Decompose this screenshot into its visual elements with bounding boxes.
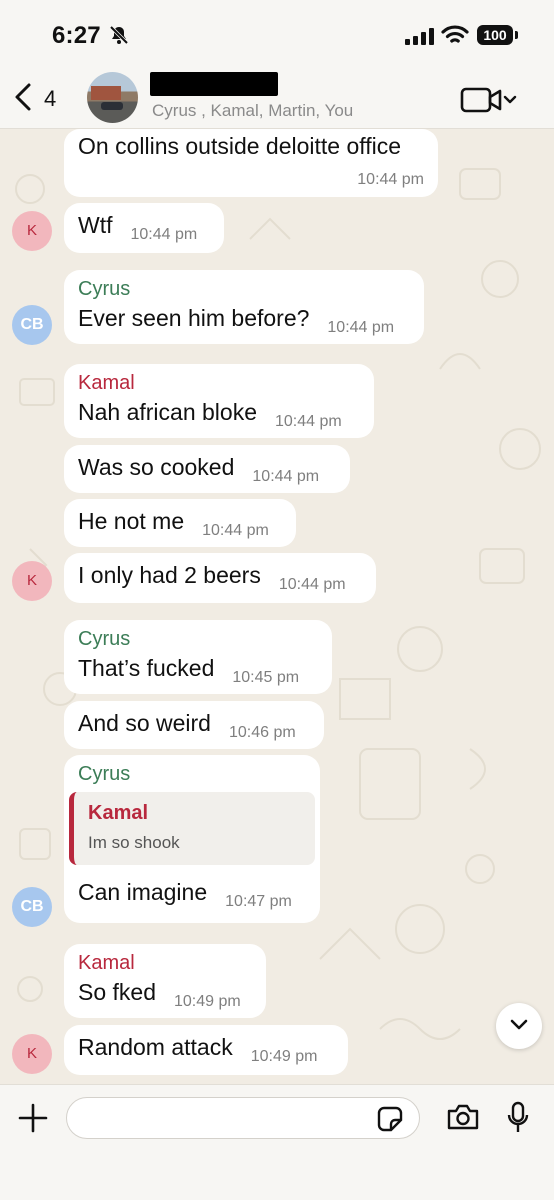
- wifi-icon: [441, 24, 469, 51]
- bell-slash-icon: [108, 24, 130, 51]
- message-text: Wtf: [78, 212, 113, 238]
- message-bubble[interactable]: Was so cooked 10:44 pm: [64, 445, 350, 493]
- message-text: I only had 2 beers: [78, 562, 261, 588]
- sender-name: Cyrus: [78, 278, 131, 300]
- plus-icon[interactable]: [18, 1103, 48, 1138]
- message-bubble[interactable]: Random attack 10:49 pm: [64, 1025, 348, 1075]
- quoted-sender: Kamal: [88, 802, 149, 824]
- message-input[interactable]: [81, 1098, 385, 1140]
- message-text: So fked: [78, 979, 156, 1005]
- sender-name: Cyrus: [78, 628, 131, 650]
- signal-icon: [405, 28, 435, 50]
- message-text: Can imagine: [78, 879, 208, 905]
- message-bubble[interactable]: Wtf 10:44 pm: [64, 203, 224, 253]
- sender-name: Cyrus: [78, 763, 131, 785]
- message-list[interactable]: On collins outside deloitte office 10:44…: [0, 129, 554, 1084]
- quoted-text: Im so shook: [88, 833, 180, 852]
- avatar[interactable]: K: [12, 1034, 52, 1074]
- message-text: Ever seen him before?: [78, 305, 310, 331]
- status-time: 6:27: [52, 22, 101, 49]
- message-bubble[interactable]: Cyrus That’s fucked 10:45 pm: [64, 620, 332, 694]
- avatar[interactable]: CB: [12, 305, 52, 345]
- message-time: 10:46 pm: [228, 724, 296, 741]
- message-time: 10:44 pm: [202, 522, 269, 539]
- avatar[interactable]: K: [12, 211, 52, 251]
- sender-name: Kamal: [78, 372, 135, 394]
- message-text: He not me: [78, 508, 185, 534]
- back-chevron-icon[interactable]: [12, 82, 34, 117]
- message-time: 10:49 pm: [250, 1048, 318, 1065]
- message-time: 10:44 pm: [278, 576, 346, 593]
- message-text: Nah african bloke: [78, 399, 257, 425]
- sticker-icon[interactable]: [376, 1105, 404, 1138]
- message-bubble[interactable]: I only had 2 beers 10:44 pm: [64, 553, 376, 603]
- message-bubble[interactable]: Kamal Nah african bloke 10:44 pm: [64, 364, 374, 438]
- camera-icon[interactable]: [446, 1103, 480, 1136]
- message-time: 10:44 pm: [130, 226, 198, 243]
- message-input-container[interactable]: [66, 1097, 420, 1140]
- message-time: 10:49 pm: [174, 993, 241, 1010]
- message-text: Was so cooked: [78, 454, 235, 480]
- group-members[interactable]: Cyrus , Kamal, Martin, You: [152, 101, 353, 121]
- message-bubble[interactable]: Cyrus Ever seen him before? 10:44 pm: [64, 270, 424, 344]
- avatar[interactable]: CB: [12, 887, 52, 927]
- message-time: 10:44 pm: [357, 171, 424, 188]
- battery-icon: 100: [477, 25, 513, 45]
- message-time: 10:44 pm: [252, 468, 320, 485]
- status-bar: 6:27 100: [0, 0, 554, 70]
- message-text: That’s fucked: [78, 655, 215, 681]
- quoted-message[interactable]: Kamal Im so shook: [69, 792, 315, 865]
- redacted-group-name[interactable]: [150, 72, 278, 96]
- video-call-icon[interactable]: [460, 86, 520, 119]
- message-time: 10:45 pm: [232, 669, 300, 686]
- battery-tip: [515, 31, 518, 39]
- unread-count[interactable]: 4: [44, 86, 56, 112]
- sender-name: Kamal: [78, 952, 135, 974]
- message-bubble[interactable]: Cyrus Kamal Im so shook Can imagine 10:47…: [64, 755, 320, 923]
- chat-header: 4 Cyrus , Kamal, Martin, You: [0, 70, 554, 129]
- message-time: 10:47 pm: [225, 893, 292, 910]
- message-bubble[interactable]: He not me 10:44 pm: [64, 499, 296, 547]
- composer-bar: [0, 1084, 554, 1200]
- avatar[interactable]: K: [12, 561, 52, 601]
- message-text: On collins outside deloitte office: [78, 133, 402, 159]
- message-text: And so weird: [78, 710, 211, 736]
- message-text: Random attack: [78, 1034, 233, 1060]
- group-avatar[interactable]: [87, 72, 138, 123]
- message-time: 10:44 pm: [327, 319, 395, 336]
- message-bubble[interactable]: Kamal So fked 10:49 pm: [64, 944, 266, 1018]
- microphone-icon[interactable]: [506, 1101, 530, 1140]
- message-time: 10:44 pm: [275, 413, 342, 430]
- message-bubble[interactable]: And so weird 10:46 pm: [64, 701, 324, 749]
- chevron-down-icon: [510, 1019, 528, 1030]
- scroll-to-bottom-button[interactable]: [496, 1003, 542, 1049]
- message-bubble[interactable]: On collins outside deloitte office 10:44…: [64, 129, 438, 197]
